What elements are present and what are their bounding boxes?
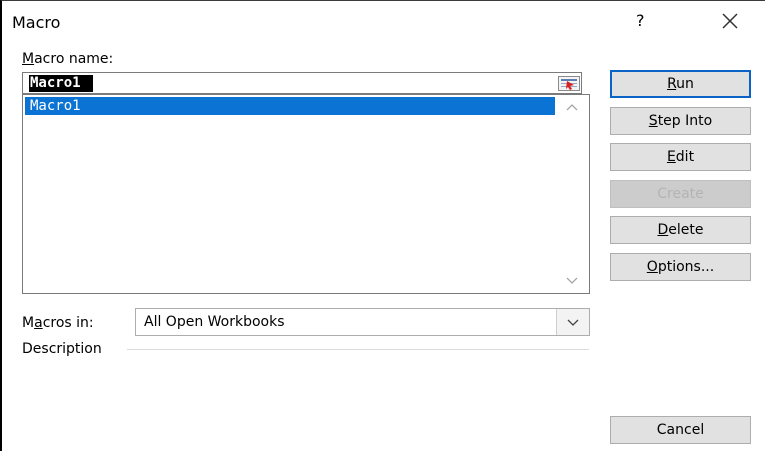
delete-label: elete bbox=[668, 222, 704, 238]
list-scrollbar[interactable] bbox=[555, 95, 589, 293]
edit-button[interactable]: Edit bbox=[610, 143, 751, 171]
macros-in-label-start: M bbox=[22, 315, 35, 331]
macro-name-label: Macro name: bbox=[22, 51, 113, 67]
description-label: Description bbox=[22, 341, 102, 357]
cancel-button[interactable]: Cancel bbox=[610, 416, 751, 444]
close-icon[interactable] bbox=[719, 10, 741, 32]
macros-in-dropdown-button[interactable] bbox=[556, 309, 589, 335]
run-label: un bbox=[676, 76, 694, 92]
options-access-key: O bbox=[646, 259, 658, 275]
dialog-title: Macro bbox=[12, 13, 61, 32]
macro-name-access-key: M bbox=[22, 51, 35, 67]
macros-in-label: Macros in: bbox=[22, 315, 94, 331]
macros-in-value: All Open Workbooks bbox=[144, 314, 285, 330]
macros-in-label-text: cros in: bbox=[42, 315, 94, 331]
step-into-button[interactable]: Step Into bbox=[610, 107, 751, 135]
title-bar: Macro ? bbox=[2, 1, 765, 41]
delete-access-key: D bbox=[657, 222, 669, 238]
chevron-down-icon bbox=[567, 319, 579, 326]
delete-button[interactable]: Delete bbox=[610, 216, 751, 244]
macro-list[interactable]: Macro1 bbox=[22, 94, 590, 294]
step-into-access-key: S bbox=[648, 113, 658, 129]
options-button[interactable]: Options... bbox=[610, 253, 751, 281]
description-divider bbox=[127, 349, 589, 350]
scroll-up-icon[interactable] bbox=[565, 101, 579, 115]
macros-in-select[interactable]: All Open Workbooks bbox=[135, 308, 590, 336]
list-item[interactable]: Macro1 bbox=[25, 97, 555, 115]
help-icon[interactable]: ? bbox=[636, 11, 645, 30]
edit-access-key: E bbox=[666, 149, 676, 165]
edit-label: dit bbox=[675, 149, 695, 165]
macro-name-label-text: acro name: bbox=[34, 51, 114, 67]
collapse-dialog-icon[interactable] bbox=[558, 76, 580, 91]
macro-dialog: Macro ? Macro name: Macro1 Macros bbox=[0, 0, 765, 451]
create-button: Create bbox=[610, 180, 751, 208]
macro-name-field-box[interactable] bbox=[22, 72, 582, 94]
run-button[interactable]: Run bbox=[610, 70, 751, 98]
run-access-key: R bbox=[667, 76, 677, 92]
macro-name-input[interactable] bbox=[24, 74, 555, 92]
scroll-down-icon[interactable] bbox=[565, 273, 579, 287]
step-into-label: tep Into bbox=[657, 113, 713, 129]
options-label: ptions... bbox=[657, 259, 715, 275]
macros-in-access-key: a bbox=[34, 315, 43, 331]
